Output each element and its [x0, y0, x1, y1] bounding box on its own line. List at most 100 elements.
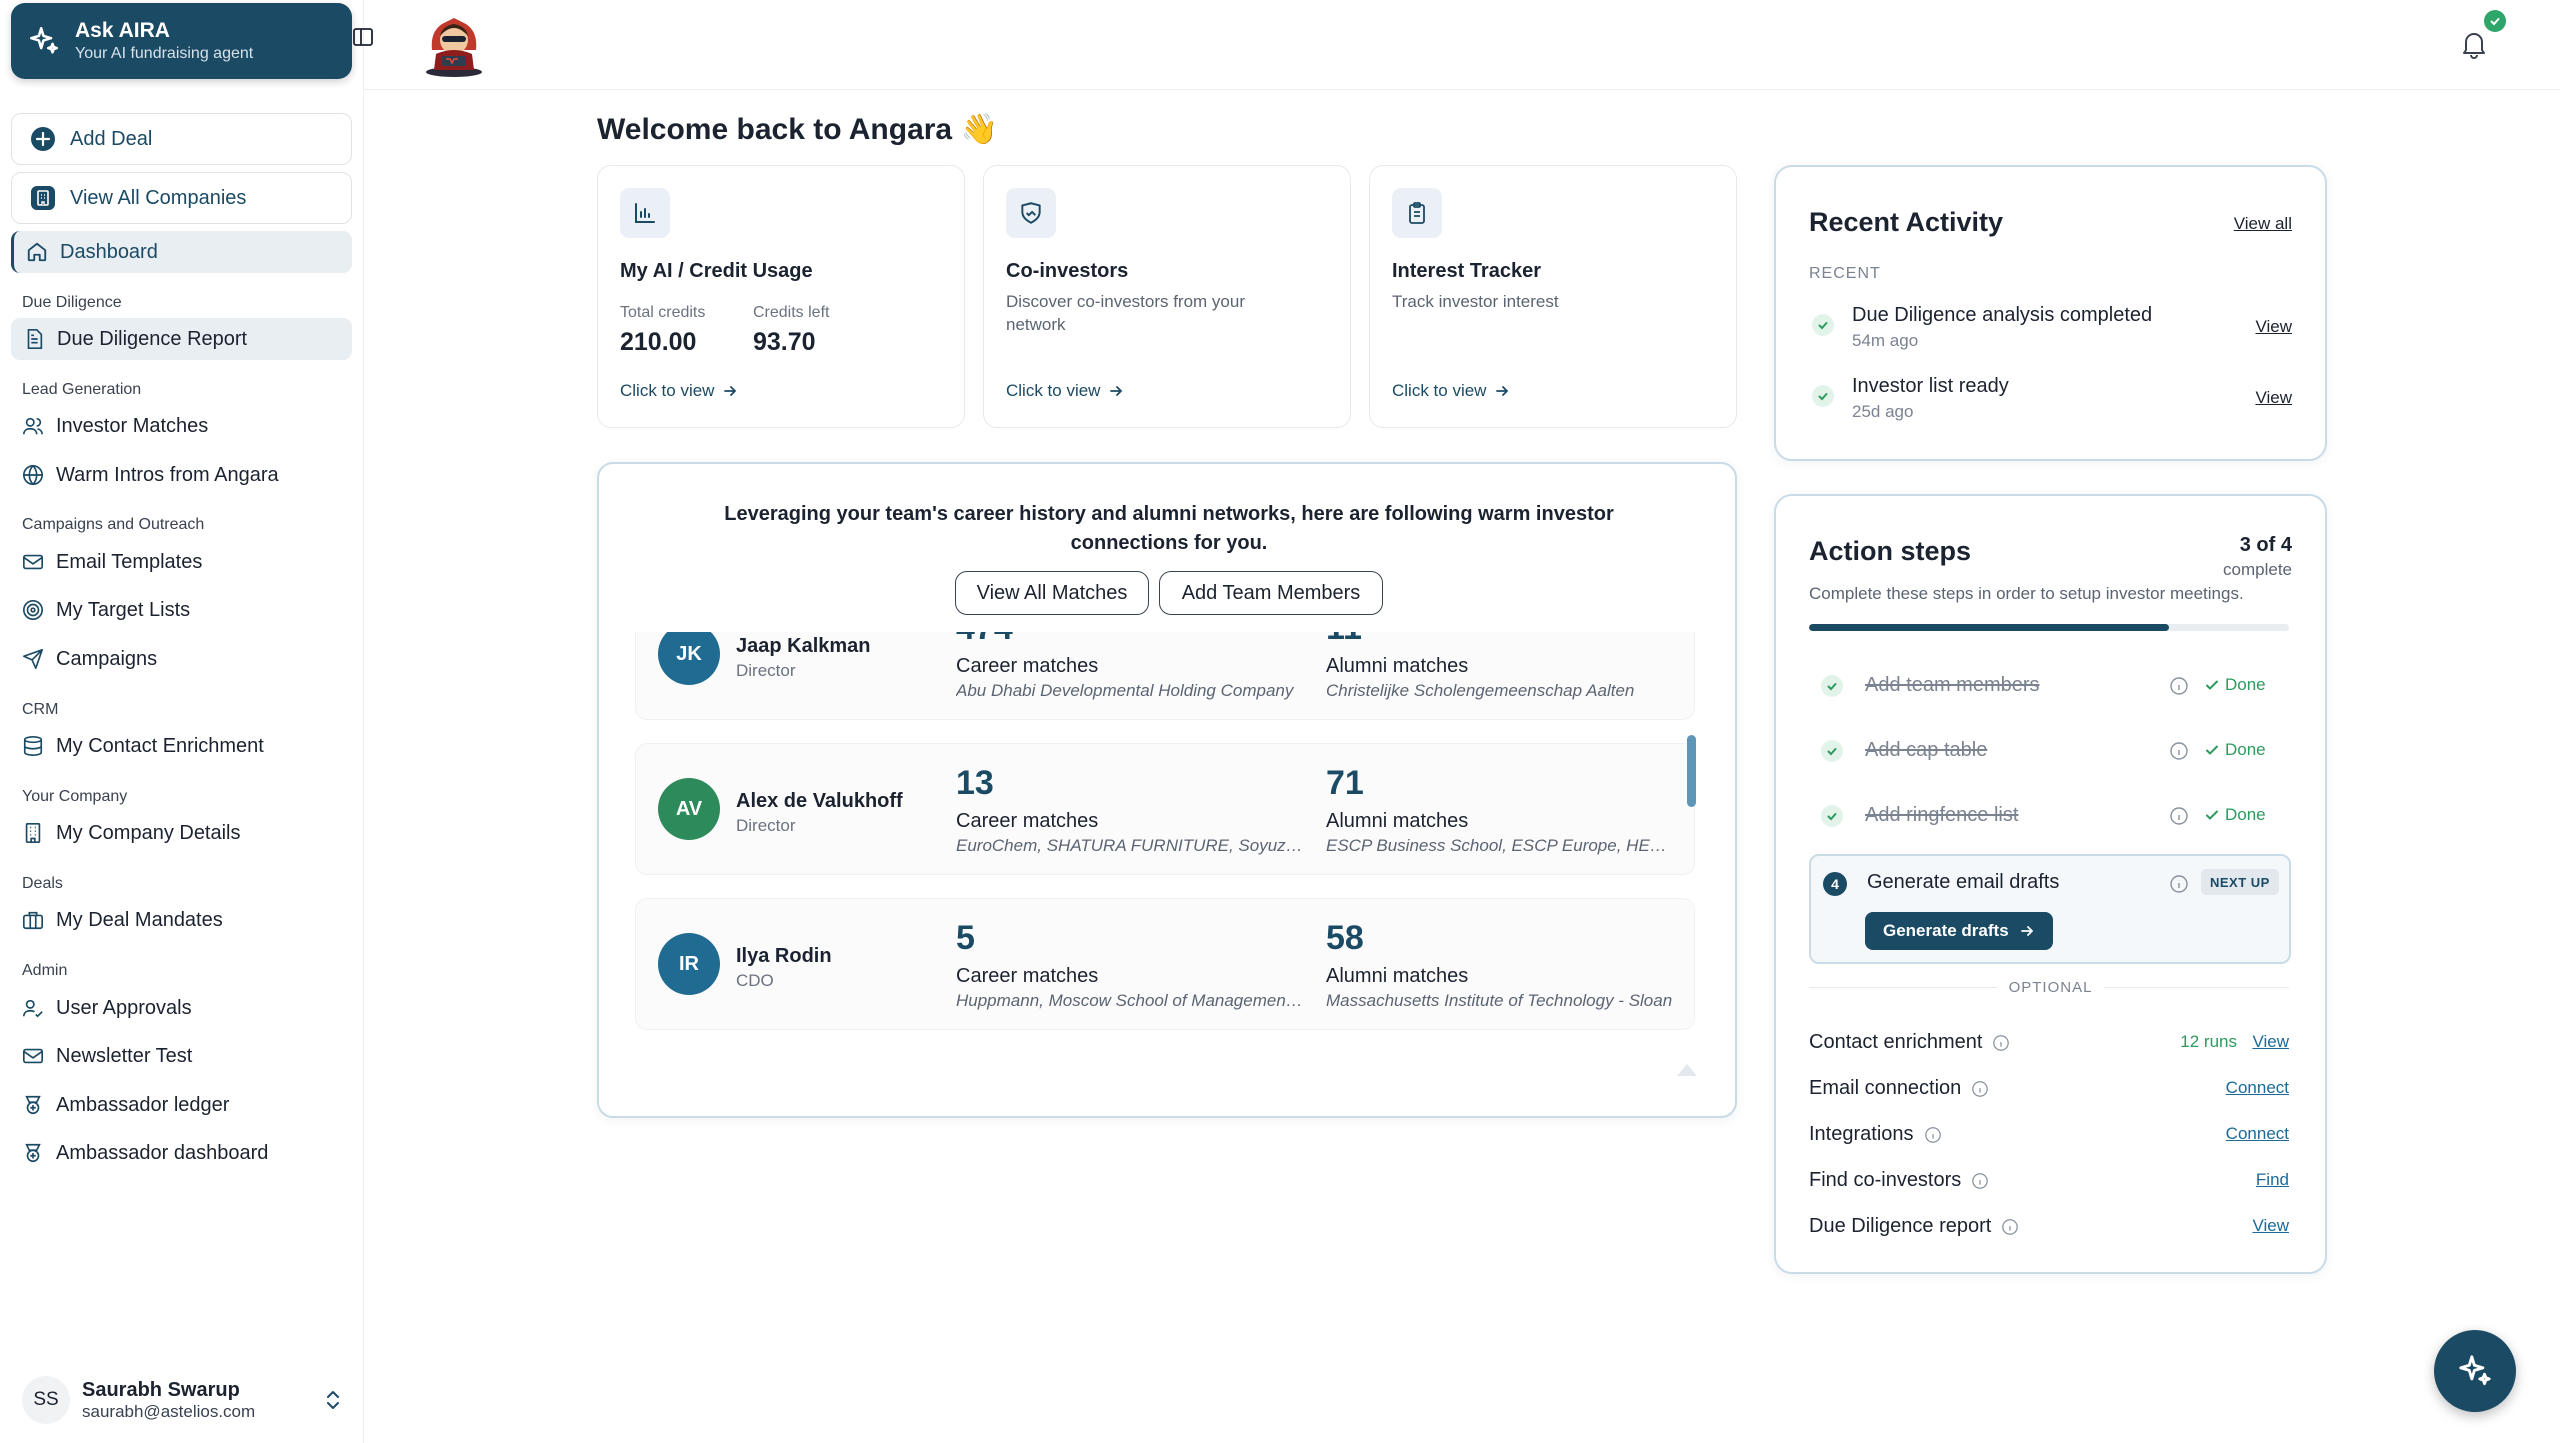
- step-label: Add team members: [1865, 674, 2040, 696]
- step-add-cap-table[interactable]: Add cap table Done: [1809, 731, 2289, 771]
- info-icon[interactable]: [2169, 676, 2189, 696]
- match-row[interactable]: JK Jaap Kalkman Director 474 Career matc…: [635, 632, 1695, 720]
- credit-click-to-view-link[interactable]: Click to view: [620, 381, 738, 401]
- arrow-right-icon: [1110, 386, 1123, 396]
- optional-action-link[interactable]: View: [2252, 1216, 2289, 1236]
- sidebar-item-email-templates[interactable]: Email Templates: [22, 546, 202, 578]
- page-title: Welcome back to Angara 👋: [597, 113, 998, 146]
- sidebar-toggle-icon[interactable]: [352, 26, 374, 48]
- activity-view-link[interactable]: View: [2255, 317, 2292, 337]
- interest-click-to-view-link[interactable]: Click to view: [1392, 381, 1510, 401]
- ai-assistant-fab[interactable]: [2434, 1330, 2516, 1412]
- sidebar-item-label: My Deal Mandates: [56, 908, 223, 931]
- sidebar-item-investor-matches[interactable]: Investor Matches: [22, 410, 208, 442]
- match-row[interactable]: IR Ilya Rodin CDO 5 Career matches Huppm…: [635, 898, 1695, 1030]
- co-investors-card[interactable]: Co-investors Discover co-investors from …: [983, 165, 1351, 428]
- total-credits-value: 210.00: [620, 328, 697, 356]
- sidebar-item-due-diligence-report[interactable]: Due Diligence Report: [11, 318, 352, 360]
- co-investors-click-to-view-link[interactable]: Click to view: [1006, 381, 1124, 401]
- chevron-up-down-icon: [327, 1391, 339, 1409]
- match-row[interactable]: AV Alex de Valukhoff Director 13 Career …: [635, 743, 1695, 875]
- step-status: Done: [2205, 740, 2266, 760]
- sidebar-item-target-lists[interactable]: My Target Lists: [22, 594, 190, 626]
- info-icon[interactable]: [1971, 1172, 1989, 1190]
- activity-view-link[interactable]: View: [2255, 388, 2292, 408]
- user-menu[interactable]: SS Saurabh Swarup saurabh@astelios.com: [22, 1372, 344, 1428]
- optional-action-link[interactable]: Connect: [2226, 1078, 2289, 1098]
- generate-drafts-button[interactable]: Generate drafts: [1865, 912, 2053, 950]
- info-icon[interactable]: [2169, 806, 2189, 826]
- view-all-activity-link[interactable]: View all: [2234, 214, 2292, 234]
- sidebar-item-label: My Contact Enrichment: [56, 734, 264, 757]
- view-all-companies-button[interactable]: View All Companies: [11, 172, 352, 224]
- award-icon: [25, 1095, 41, 1115]
- sidebar-item-deal-mandates[interactable]: My Deal Mandates: [22, 904, 223, 936]
- sidebar-item-label: Email Templates: [56, 550, 203, 573]
- user-name: Saurabh Swarup: [82, 1379, 240, 1401]
- match-name: Ilya Rodin: [736, 945, 832, 967]
- match-role: CDO: [736, 971, 774, 990]
- add-deal-button[interactable]: Add Deal: [11, 113, 352, 165]
- sidebar-item-newsletter-test[interactable]: Newsletter Test: [22, 1040, 192, 1072]
- step-status: Done: [2205, 805, 2266, 825]
- optional-integrations: Integrations Connect: [1809, 1120, 2289, 1150]
- optional-action-link[interactable]: View: [2252, 1032, 2289, 1052]
- sidebar-item-dashboard[interactable]: Dashboard: [11, 231, 352, 273]
- sidebar-item-warm-intros[interactable]: Warm Intros from Angara: [22, 459, 279, 491]
- info-icon[interactable]: [2001, 1218, 2019, 1236]
- target-icon: [23, 600, 43, 620]
- card-description: Track investor interest: [1392, 292, 1559, 311]
- home-icon: [27, 242, 47, 262]
- link-label: Click to view: [620, 381, 715, 400]
- add-team-members-button[interactable]: Add Team Members: [1159, 571, 1383, 615]
- sidebar-item-company-details[interactable]: My Company Details: [22, 817, 241, 849]
- info-icon[interactable]: [2169, 741, 2189, 761]
- avatar: IR: [658, 933, 720, 995]
- ask-aira-button[interactable]: Ask AIRA Your AI fundraising agent: [11, 3, 352, 79]
- runs-count: 12 runs: [2180, 1032, 2237, 1051]
- matches-scrollbar[interactable]: [1687, 735, 1696, 807]
- scroll-arrow-icon[interactable]: [1677, 1064, 1697, 1076]
- check-circle-icon: [1821, 675, 1843, 697]
- aira-subtitle: Your AI fundraising agent: [75, 45, 254, 62]
- activity-time: 25d ago: [1852, 402, 1914, 421]
- step-add-ringfence-list[interactable]: Add ringfence list Done: [1809, 796, 2289, 836]
- optional-action-link[interactable]: Connect: [2226, 1124, 2289, 1144]
- career-match-companies: EuroChem, SHATURA FURNITURE, Soyuzcvetme…: [956, 836, 1306, 855]
- career-match-count: 13: [956, 764, 994, 802]
- sidebar-item-ambassador-ledger[interactable]: Ambassador ledger: [22, 1089, 229, 1121]
- sidebar-item-campaigns[interactable]: Campaigns: [22, 643, 157, 675]
- optional-action-link[interactable]: Find: [2256, 1170, 2289, 1190]
- sidebar-item-ambassador-dashboard[interactable]: Ambassador dashboard: [22, 1137, 268, 1169]
- check-icon: [2490, 18, 2500, 26]
- card-description: Discover co-investors from your network: [1006, 292, 1246, 334]
- sidebar-item-label: My Target Lists: [56, 598, 191, 621]
- info-icon[interactable]: [1924, 1126, 1942, 1144]
- alumni-match-schools: Massachusetts Institute of Technology - …: [1326, 991, 1673, 1010]
- bell-icon[interactable]: [2458, 28, 2490, 60]
- matches-list[interactable]: JK Jaap Kalkman Director 474 Career matc…: [635, 632, 1695, 1092]
- sidebar-item-user-approvals[interactable]: User Approvals: [22, 992, 192, 1024]
- sidebar-item-label: Newsletter Test: [56, 1044, 193, 1067]
- avatar: SS: [22, 1376, 70, 1424]
- briefcase-icon: [23, 911, 43, 930]
- info-icon[interactable]: [1971, 1080, 1989, 1098]
- company-logo: [426, 18, 482, 77]
- sidebar-item-contact-enrichment[interactable]: My Contact Enrichment: [22, 730, 264, 762]
- view-all-matches-button[interactable]: View All Matches: [955, 571, 1149, 615]
- interest-tracker-card[interactable]: Interest Tracker Track investor interest…: [1369, 165, 1737, 428]
- optional-email-connection: Email connection Connect: [1809, 1074, 2289, 1104]
- sidebar-item-label: Due Diligence Report: [57, 327, 248, 350]
- avatar: JK: [658, 632, 720, 685]
- match-role: Director: [736, 816, 796, 835]
- info-icon[interactable]: [2169, 874, 2189, 894]
- career-match-companies: Huppmann, Moscow School of Management SK…: [956, 991, 1306, 1010]
- step-add-team-members[interactable]: Add team members Done: [1809, 666, 2289, 706]
- info-icon[interactable]: [1992, 1034, 2010, 1052]
- career-match-label: Career matches: [956, 810, 1099, 832]
- credit-usage-card[interactable]: My AI / Credit Usage Total credits 210.0…: [597, 165, 965, 428]
- avatar: AV: [658, 778, 720, 840]
- optional-label: Due Diligence report: [1809, 1215, 1992, 1237]
- steps-progress-bar: [1809, 624, 2289, 631]
- header-divider: [364, 89, 2560, 90]
